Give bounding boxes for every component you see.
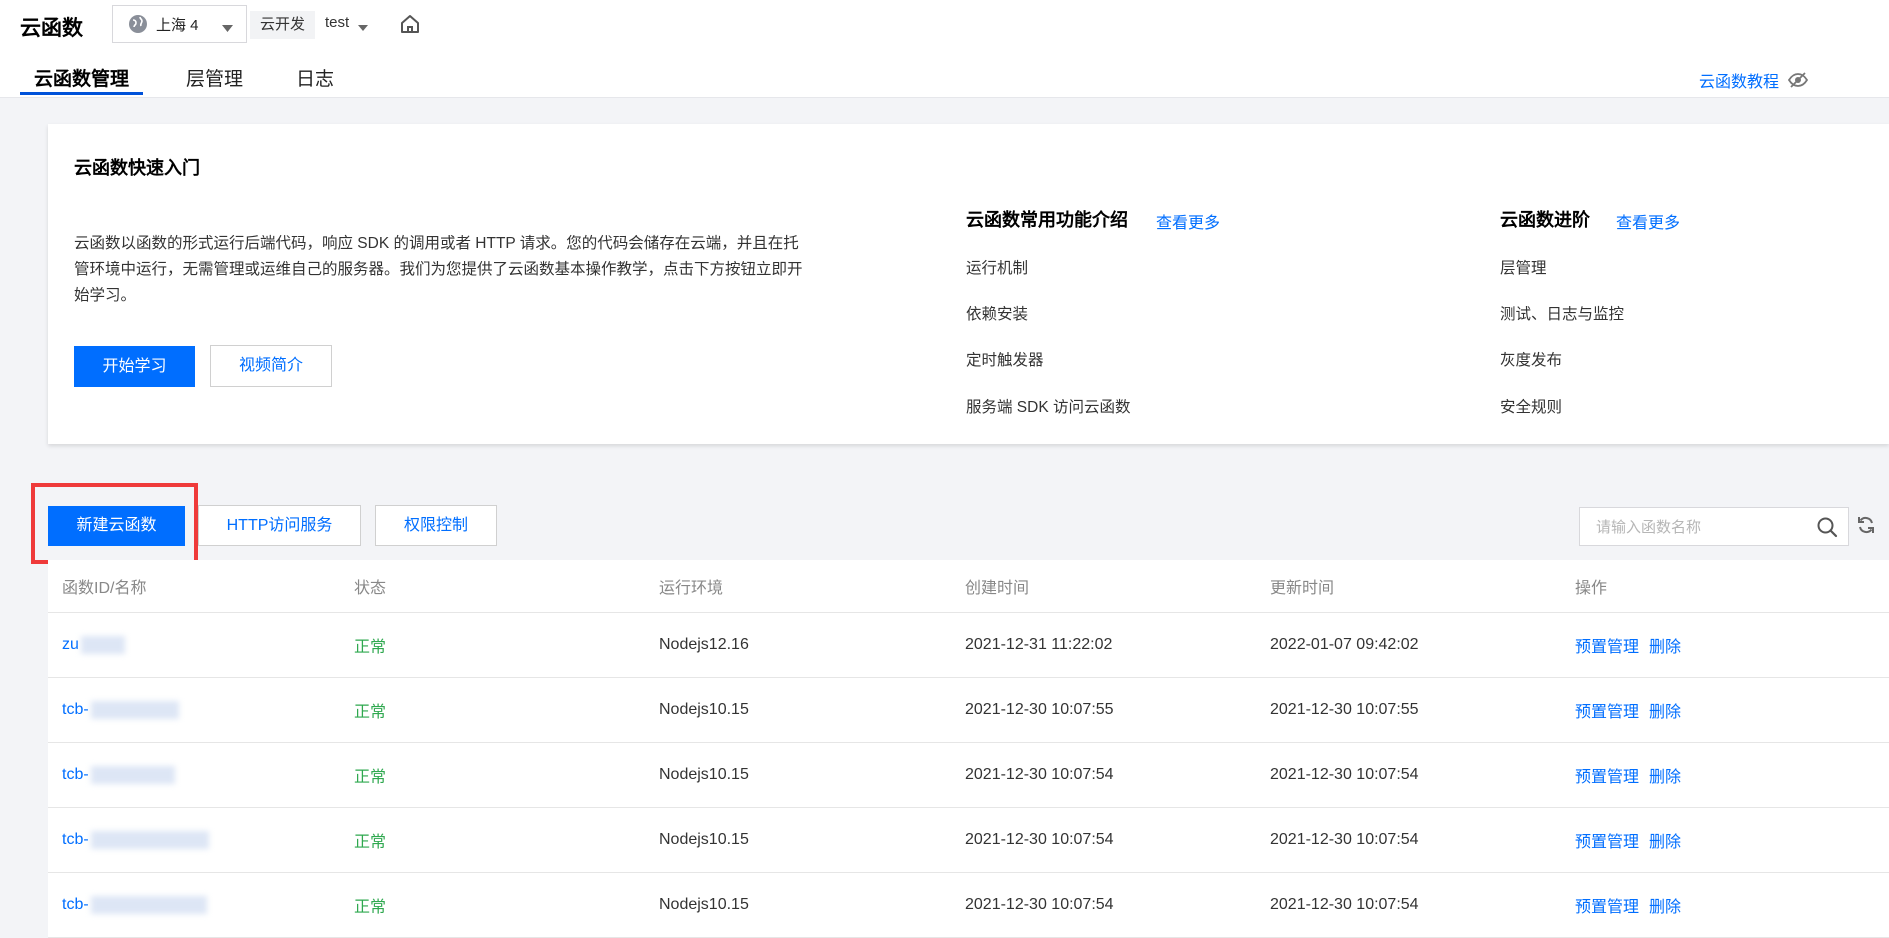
- provision-manage-link[interactable]: 预置管理: [1575, 639, 1639, 656]
- http-service-button[interactable]: HTTP访问服务: [198, 505, 361, 546]
- top-bar: 云函数 上海 4 云开发 test 云函数管理 层管理 日志 云函数教程: [0, 0, 1889, 98]
- column-header-runtime: 运行环境: [659, 580, 724, 597]
- search-icon[interactable]: [1816, 516, 1838, 541]
- tab-layer-management[interactable]: 层管理: [186, 62, 243, 95]
- features-more-link[interactable]: 查看更多: [1156, 209, 1220, 233]
- advanced-item-security[interactable]: 安全规则: [1500, 395, 1562, 417]
- status-badge: 正常: [354, 704, 387, 721]
- tab-bar: 云函数管理 层管理 日志: [20, 62, 387, 95]
- table-row: tcb- 正常 Nodejs10.15 2021-12-30 10:07:54 …: [48, 743, 1889, 808]
- tutorial-link[interactable]: 云函数教程: [1699, 68, 1809, 92]
- search-input[interactable]: [1594, 508, 1818, 546]
- updated-cell: 2021-12-30 10:07:54: [1270, 831, 1419, 848]
- updated-cell: 2021-12-30 10:07:55: [1270, 701, 1419, 718]
- redacted-name: [90, 701, 179, 719]
- advanced-item-layers[interactable]: 层管理: [1500, 256, 1547, 278]
- function-name-link[interactable]: tcb-: [62, 831, 354, 849]
- start-learning-button[interactable]: 开始学习: [74, 346, 195, 387]
- column-header-created: 创建时间: [965, 580, 1030, 597]
- runtime-cell: Nodejs10.15: [659, 766, 749, 783]
- chevron-down-icon: [222, 20, 233, 36]
- table-row: tcb- 正常 Nodejs10.15 2021-12-30 10:07:55 …: [48, 678, 1889, 743]
- column-header-actions: 操作: [1575, 580, 1608, 597]
- video-intro-button[interactable]: 视频简介: [210, 345, 332, 387]
- status-badge: 正常: [354, 639, 387, 656]
- quick-start-card: 云函数快速入门 云函数以函数的形式运行后端代码，响应 SDK 的调用或者 HTT…: [48, 124, 1889, 444]
- function-name[interactable]: tcb-: [62, 766, 89, 784]
- tutorial-label[interactable]: 云函数教程: [1699, 68, 1779, 92]
- runtime-cell: Nodejs10.15: [659, 701, 749, 718]
- function-name[interactable]: tcb-: [62, 896, 89, 914]
- updated-cell: 2021-12-30 10:07:54: [1270, 896, 1419, 913]
- region-select[interactable]: 上海 4: [112, 5, 247, 43]
- env-select[interactable]: test: [325, 14, 349, 31]
- permission-control-button[interactable]: 权限控制: [375, 505, 497, 546]
- feature-item-timer[interactable]: 定时触发器: [966, 348, 1044, 370]
- region-label: 上海 4: [156, 16, 199, 34]
- created-cell: 2021-12-30 10:07:54: [965, 896, 1114, 913]
- function-name[interactable]: tcb-: [62, 701, 89, 719]
- delete-link[interactable]: 删除: [1649, 704, 1681, 721]
- status-badge: 正常: [354, 834, 387, 851]
- table-row: tcb- 正常 Nodejs10.15 2021-12-30 10:07:54 …: [48, 873, 1889, 938]
- column-header-updated: 更新时间: [1270, 580, 1335, 597]
- delete-link[interactable]: 删除: [1649, 639, 1681, 656]
- redacted-name: [90, 896, 207, 914]
- redacted-name: [80, 636, 125, 654]
- env-tag: 云开发: [250, 11, 316, 39]
- updated-cell: 2021-12-30 10:07:54: [1270, 766, 1419, 783]
- delete-link[interactable]: 删除: [1649, 769, 1681, 786]
- status-badge: 正常: [354, 899, 387, 916]
- created-cell: 2021-12-30 10:07:55: [965, 701, 1114, 718]
- redacted-name: [90, 831, 209, 849]
- runtime-cell: Nodejs12.16: [659, 636, 749, 653]
- advanced-item-testing[interactable]: 测试、日志与监控: [1500, 302, 1624, 324]
- highlight-annotation: [31, 483, 198, 564]
- function-name-link[interactable]: tcb-: [62, 766, 354, 784]
- search-box: [1579, 507, 1849, 546]
- provision-manage-link[interactable]: 预置管理: [1575, 704, 1639, 721]
- provision-manage-link[interactable]: 预置管理: [1575, 769, 1639, 786]
- quick-start-title: 云函数快速入门: [74, 158, 200, 178]
- function-name[interactable]: tcb-: [62, 831, 89, 849]
- advanced-more-link[interactable]: 查看更多: [1616, 209, 1680, 233]
- advanced-item-canary[interactable]: 灰度发布: [1500, 348, 1562, 370]
- created-cell: 2021-12-30 10:07:54: [965, 766, 1114, 783]
- page-title: 云函数: [20, 17, 83, 40]
- provision-manage-link[interactable]: 预置管理: [1575, 834, 1639, 851]
- created-cell: 2021-12-31 11:22:02: [965, 636, 1113, 653]
- table-row: zu 正常 Nodejs12.16 2021-12-31 11:22:02 20…: [48, 613, 1889, 678]
- delete-link[interactable]: 删除: [1649, 899, 1681, 916]
- globe-icon: [128, 14, 148, 34]
- chevron-down-icon[interactable]: [358, 19, 368, 35]
- column-header-status: 状态: [354, 580, 387, 597]
- eye-off-icon[interactable]: [1787, 71, 1809, 89]
- runtime-cell: Nodejs10.15: [659, 831, 749, 848]
- functions-table: 函数ID/名称 状态 运行环境 创建时间 更新时间 操作 zu 正常 Nodej…: [48, 560, 1889, 938]
- features-title: 云函数常用功能介绍: [966, 210, 1128, 230]
- status-badge: 正常: [354, 769, 387, 786]
- feature-item-sdk[interactable]: 服务端 SDK 访问云函数: [966, 395, 1130, 417]
- updated-cell: 2022-01-07 09:42:02: [1270, 636, 1419, 653]
- function-name-link[interactable]: tcb-: [62, 896, 354, 914]
- quick-start-description: 云函数以函数的形式运行后端代码，响应 SDK 的调用或者 HTTP 请求。您的代…: [74, 235, 803, 304]
- refresh-icon[interactable]: [1856, 515, 1876, 538]
- function-name-link[interactable]: tcb-: [62, 701, 354, 719]
- created-cell: 2021-12-30 10:07:54: [965, 831, 1114, 848]
- advanced-title: 云函数进阶: [1500, 210, 1590, 230]
- redacted-name: [90, 766, 175, 784]
- tab-logs[interactable]: 日志: [296, 62, 334, 95]
- feature-item-dependencies[interactable]: 依赖安装: [966, 302, 1028, 324]
- feature-item-runtime[interactable]: 运行机制: [966, 256, 1028, 278]
- provision-manage-link[interactable]: 预置管理: [1575, 899, 1639, 916]
- tab-function-management[interactable]: 云函数管理: [20, 62, 144, 95]
- table-header: 函数ID/名称 状态 运行环境 创建时间 更新时间 操作: [48, 560, 1889, 613]
- delete-link[interactable]: 删除: [1649, 834, 1681, 851]
- function-name-link[interactable]: zu: [62, 636, 354, 654]
- column-header-name: 函数ID/名称: [62, 580, 147, 597]
- home-icon[interactable]: [399, 13, 421, 38]
- function-name[interactable]: zu: [62, 636, 79, 654]
- table-row: tcb- 正常 Nodejs10.15 2021-12-30 10:07:54 …: [48, 808, 1889, 873]
- runtime-cell: Nodejs10.15: [659, 896, 749, 913]
